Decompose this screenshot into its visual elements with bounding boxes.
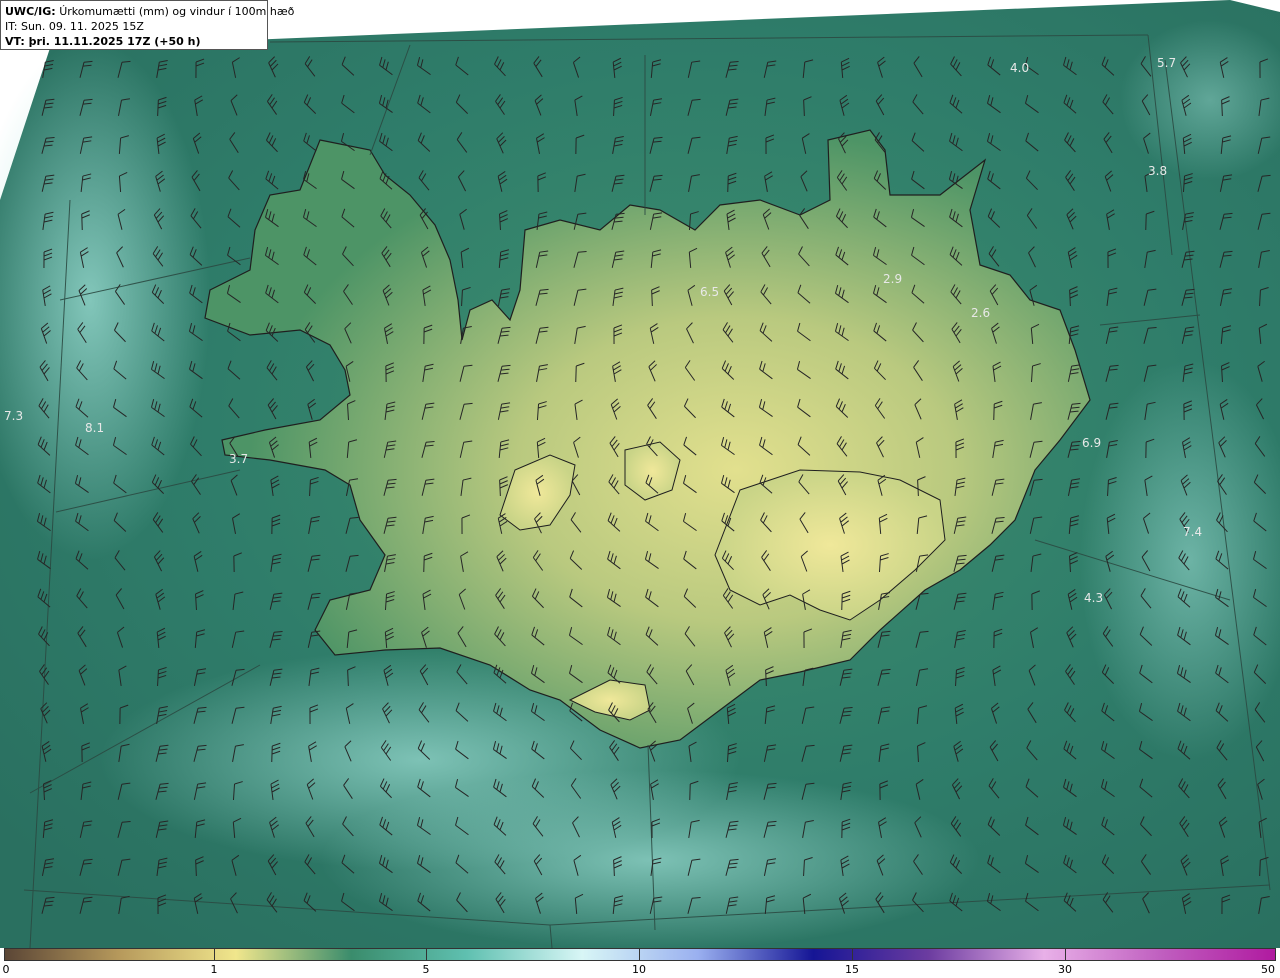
colorbar-tick-label: 5 (422, 963, 430, 976)
colorbar-tick-label: 10 (632, 963, 646, 976)
colorbar: 0 1 5 10 15 30 50 (0, 948, 1280, 978)
map-label: 6.9 (1082, 436, 1101, 450)
colorbar-tick-label: 0 (2, 963, 10, 976)
initial-time: IT: Sun. 09. 11. 2025 15Z (5, 20, 144, 33)
map-label: 8.1 (85, 421, 104, 435)
map-label: 4.0 (1010, 61, 1029, 75)
map-label: 7.4 (1183, 525, 1202, 539)
colorbar-tick-mark (852, 948, 853, 961)
colorbar-tick-label: 1 (210, 963, 218, 976)
colorbar-tick-mark (426, 948, 427, 961)
map-label: 2.6 (971, 306, 990, 320)
map-label: 2.9 (883, 272, 902, 286)
colorbar-tick-mark (639, 948, 640, 961)
colorbar-tick-label: 50 (1261, 963, 1275, 976)
valid-time: VT: þri. 11.11.2025 17Z (+50 h) (5, 35, 201, 48)
title-line: UWC/IG: Úrkomumætti (mm) og vindur í 100… (5, 4, 294, 19)
colorbar-tick-mark (214, 948, 215, 961)
map-label: 6.5 (700, 285, 719, 299)
colorbar-tick-mark (4, 948, 5, 961)
model-label: UWC/IG: (5, 5, 56, 18)
info-box: UWC/IG: Úrkomumætti (mm) og vindur í 100… (0, 0, 294, 50)
colorbar-tick-label: 15 (845, 963, 859, 976)
map-label: 5.7 (1157, 56, 1176, 70)
map-label: 4.3 (1084, 591, 1103, 605)
weather-map: 4.0 5.7 3.8 2.9 6.5 2.6 7.3 8.1 3.7 6.9 … (0, 0, 1280, 948)
colorbar-tick-mark (1065, 948, 1066, 961)
map-label: 3.7 (229, 452, 248, 466)
map-title: Úrkomumætti (mm) og vindur í 100m hæð (59, 5, 295, 18)
colorbar-gradient (4, 948, 1276, 961)
map-label: 3.8 (1148, 164, 1167, 178)
map-label: 7.3 (4, 409, 23, 423)
colorbar-tick-label: 30 (1058, 963, 1072, 976)
